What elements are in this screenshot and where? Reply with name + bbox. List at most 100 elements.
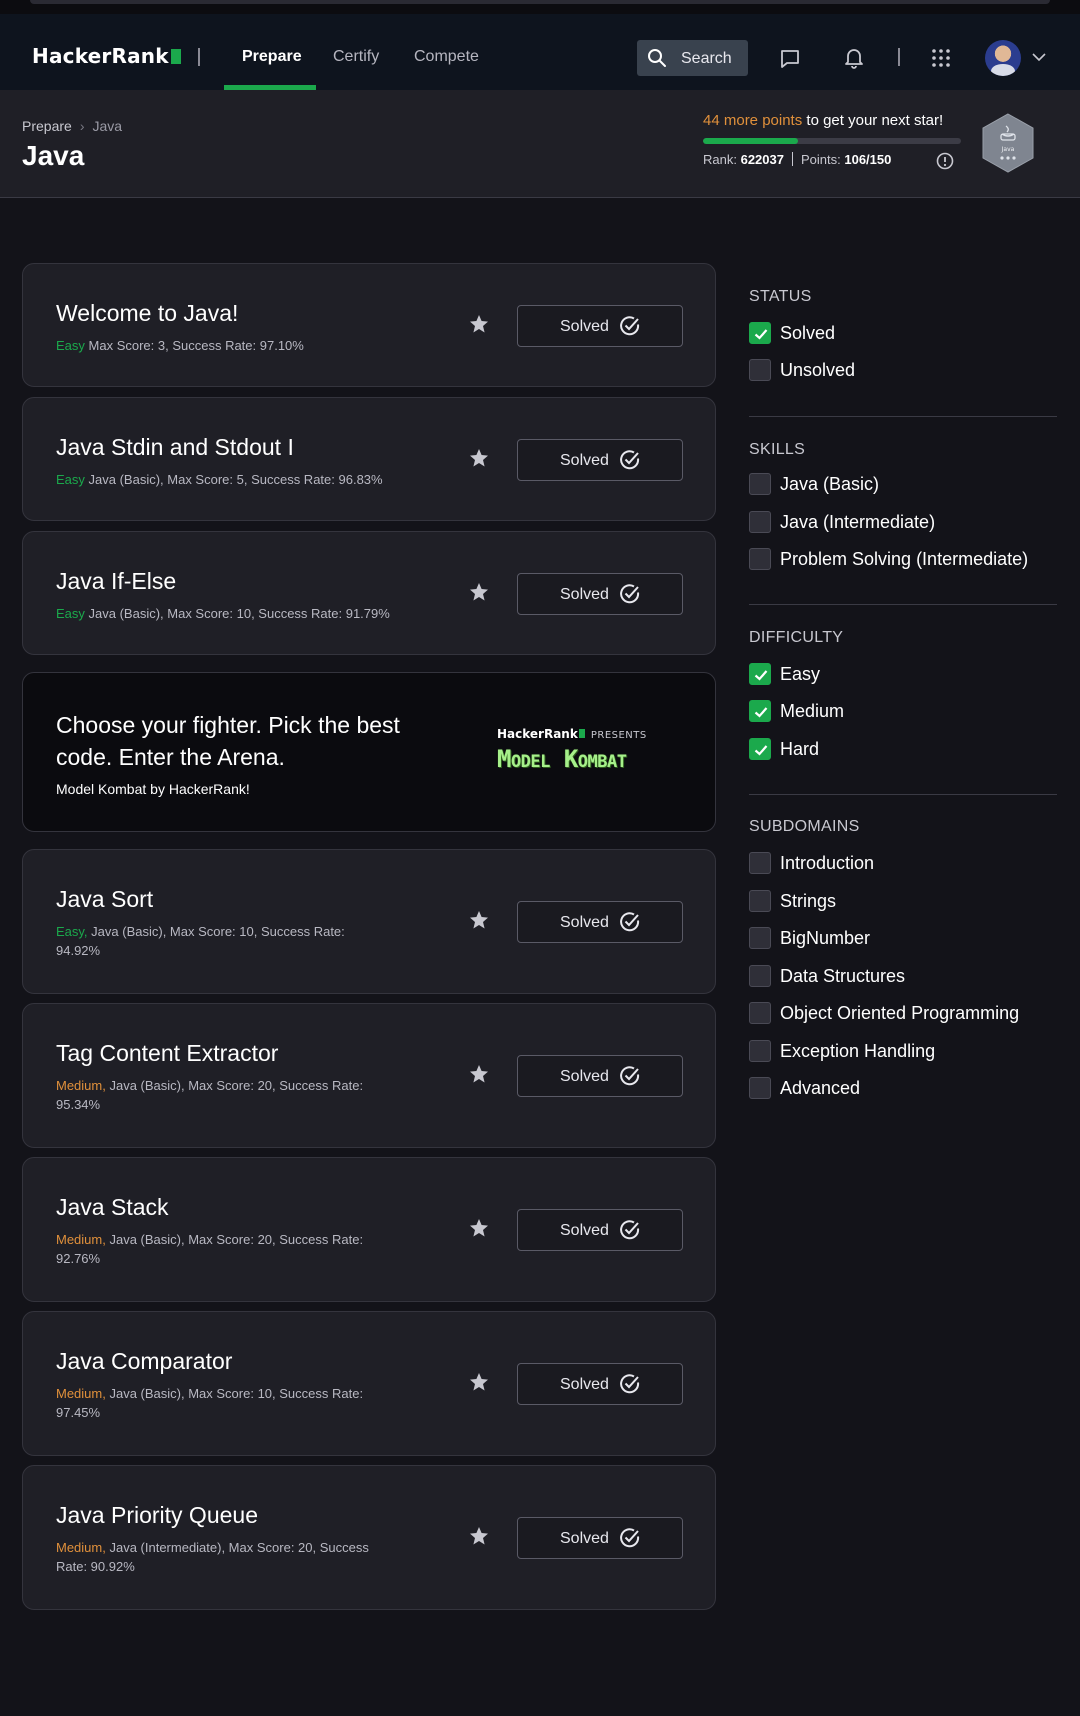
solved-button[interactable]: Solved	[517, 1055, 683, 1097]
promo-brand: HackerRank PRESENTS	[497, 727, 647, 741]
checkbox[interactable]	[749, 1002, 771, 1024]
checkbox[interactable]	[749, 965, 771, 987]
solved-button[interactable]: Solved	[517, 573, 683, 615]
checkbox[interactable]	[749, 738, 771, 760]
checkmark-icon	[754, 329, 768, 340]
challenge-title[interactable]: Java Priority Queue	[56, 1502, 258, 1529]
page-title: Java	[22, 140, 85, 171]
star-icon[interactable]	[469, 582, 489, 602]
divider	[749, 604, 1057, 605]
checkbox[interactable]	[749, 473, 771, 495]
star-icon[interactable]	[469, 1064, 489, 1084]
star-progress-fill	[703, 138, 799, 144]
search-label: Search	[681, 50, 732, 67]
challenge-title[interactable]: Java If-Else	[56, 568, 176, 595]
filter-heading-status: STATUS	[749, 288, 812, 305]
checkmark-icon	[754, 745, 768, 756]
model-kombat-logo: Model Kombat	[497, 745, 627, 773]
filter-heading-difficulty: DIFFICULTY	[749, 629, 844, 646]
challenge-card[interactable]: Java Comparator Medium, Java (Basic), Ma…	[22, 1311, 716, 1456]
bell-icon[interactable]	[843, 46, 865, 70]
challenge-meta: Easy Max Score: 3, Success Rate: 97.10%	[56, 338, 304, 353]
apps-grid-icon[interactable]	[931, 48, 951, 68]
star-icon[interactable]	[469, 1218, 489, 1238]
challenge-card[interactable]: Java Stack Medium, Java (Basic), Max Sco…	[22, 1157, 716, 1302]
solved-button[interactable]: Solved	[517, 305, 683, 347]
checkbox[interactable]	[749, 322, 771, 344]
challenge-meta: Medium, Java (Basic), Max Score: 20, Suc…	[56, 1078, 364, 1112]
breadcrumb: Prepare › Java	[22, 118, 122, 134]
challenge-card[interactable]: Java Stdin and Stdout I Easy Java (Basic…	[22, 397, 716, 521]
star-icon[interactable]	[469, 314, 489, 334]
info-icon[interactable]	[936, 152, 954, 170]
svg-text:Java: Java	[1001, 146, 1015, 153]
chat-icon[interactable]	[779, 48, 801, 70]
challenge-title[interactable]: Java Stack	[56, 1194, 169, 1221]
nav-prepare[interactable]: Prepare	[242, 48, 302, 66]
divider	[749, 794, 1057, 795]
challenge-card[interactable]: Tag Content Extractor Medium, Java (Basi…	[22, 1003, 716, 1148]
hackerrank-logo[interactable]: HackerRank	[32, 44, 181, 68]
nav-separator-2	[898, 48, 900, 66]
challenge-title[interactable]: Java Sort	[56, 886, 153, 913]
solved-button[interactable]: Solved	[517, 439, 683, 481]
breadcrumb-java: Java	[92, 118, 123, 134]
check-circle-icon	[620, 1528, 640, 1548]
checkbox[interactable]	[749, 359, 771, 381]
check-circle-icon	[620, 912, 640, 932]
check-circle-icon	[620, 584, 640, 604]
search-button[interactable]: Search	[637, 40, 748, 76]
challenge-card[interactable]: Java Priority Queue Medium, Java (Interm…	[22, 1465, 716, 1610]
divider	[749, 416, 1057, 417]
points-needed: 44 more points	[703, 112, 803, 129]
java-badge-icon[interactable]: Java	[980, 112, 1036, 174]
chevron-down-icon[interactable]	[1032, 52, 1046, 62]
check-circle-icon	[620, 1066, 640, 1086]
solved-button[interactable]: Solved	[517, 901, 683, 943]
breadcrumb-prepare[interactable]: Prepare	[22, 118, 72, 134]
checkbox[interactable]	[749, 852, 771, 874]
check-circle-icon	[620, 1374, 640, 1394]
promo-subtitle: Model Kombat by HackerRank!	[56, 781, 250, 797]
challenge-card[interactable]: Welcome to Java! Easy Max Score: 3, Succ…	[22, 263, 716, 387]
checkbox[interactable]	[749, 700, 771, 722]
challenge-title[interactable]: Java Stdin and Stdout I	[56, 434, 294, 461]
rank-value: 622037	[740, 152, 784, 167]
promo-headline: Choose your fighter. Pick the best code.…	[56, 712, 400, 770]
checkbox[interactable]	[749, 890, 771, 912]
challenge-card[interactable]: Java If-Else Easy Java (Basic), Max Scor…	[22, 531, 716, 655]
solved-button[interactable]: Solved	[517, 1517, 683, 1559]
star-icon[interactable]	[469, 1372, 489, 1392]
checkbox[interactable]	[749, 1040, 771, 1062]
solved-button[interactable]: Solved	[517, 1209, 683, 1251]
star-icon[interactable]	[469, 1526, 489, 1546]
challenge-meta: Medium, Java (Intermediate), Max Score: …	[56, 1540, 369, 1574]
rank-points: Rank: 622037 Points: 106/150	[703, 152, 892, 167]
promo-banner[interactable]: Choose your fighter. Pick the best code.…	[22, 672, 716, 832]
challenge-title[interactable]: Welcome to Java!	[56, 300, 238, 327]
checkbox[interactable]	[749, 663, 771, 685]
points-value: 106/150	[844, 152, 892, 167]
checkbox[interactable]	[749, 1077, 771, 1099]
star-icon[interactable]	[469, 448, 489, 468]
check-circle-icon	[620, 450, 640, 470]
star-icon[interactable]	[469, 910, 489, 930]
challenge-title[interactable]: Java Comparator	[56, 1348, 232, 1375]
check-circle-icon	[620, 1220, 640, 1240]
challenge-meta: Easy, Java (Basic), Max Score: 10, Succe…	[56, 924, 345, 958]
checkbox[interactable]	[749, 927, 771, 949]
avatar[interactable]	[985, 40, 1021, 76]
challenge-card[interactable]: Java Sort Easy, Java (Basic), Max Score:…	[22, 849, 716, 994]
top-strip	[0, 0, 1080, 14]
nav-certify[interactable]: Certify	[333, 48, 379, 66]
next-star-message: 44 more points to get your next star!	[703, 112, 944, 129]
checkbox[interactable]	[749, 511, 771, 533]
nav-separator	[198, 48, 200, 66]
page-header: Prepare › Java Java 44 more points to get …	[0, 90, 1080, 198]
star-progress-bar	[703, 138, 961, 144]
challenge-title[interactable]: Tag Content Extractor	[56, 1040, 278, 1067]
solved-button[interactable]: Solved	[517, 1363, 683, 1405]
checkbox[interactable]	[749, 548, 771, 570]
nav-compete[interactable]: Compete	[414, 48, 479, 66]
check-circle-icon	[620, 316, 640, 336]
